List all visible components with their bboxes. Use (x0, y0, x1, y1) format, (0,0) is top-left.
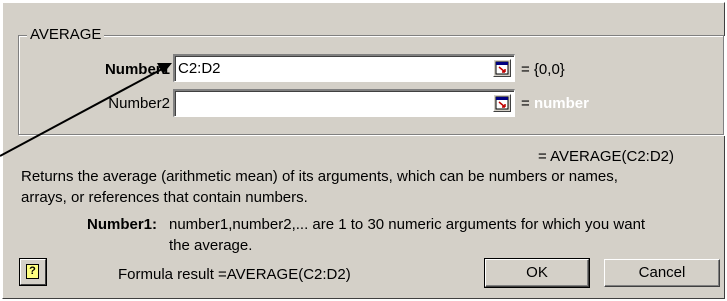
number2-result: = number (521, 94, 589, 114)
function-description-line2: arrays, or references that contain numbe… (21, 189, 308, 206)
function-arguments-dialog: AVERAGE Number1 C2:D2 = {0,0} Number2 = … (2, 2, 725, 299)
argument-help-text-line2: the average. (169, 237, 253, 254)
function-name-title: AVERAGE (27, 26, 105, 44)
number2-input[interactable] (173, 89, 515, 117)
number2-result-prefix: = (521, 95, 534, 112)
number1-label: Number1 (104, 61, 170, 78)
number2-collapse-button[interactable] (493, 94, 511, 112)
formula-preview: = AVERAGE(C2:D2) (538, 148, 675, 165)
collapse-dialog-icon (495, 61, 509, 75)
number1-input[interactable]: C2:D2 (173, 54, 515, 82)
function-description-line1: Returns the average (arithmetic mean) of… (21, 168, 618, 185)
number1-collapse-button[interactable] (493, 59, 511, 77)
argument-help-label: Number1: (87, 216, 158, 233)
formula-result: Formula result =AVERAGE(C2:D2) (118, 266, 351, 283)
ok-button[interactable]: OK (484, 258, 590, 288)
number1-value: C2:D2 (178, 60, 221, 77)
argument-help-text-line1: number1,number2,... are 1 to 30 numeric … (169, 216, 646, 233)
argument-groupbox (18, 35, 724, 135)
collapse-dialog-icon (495, 96, 509, 110)
number2-result-hint: number (533, 95, 589, 112)
help-icon: ? (26, 264, 39, 279)
cancel-button[interactable]: Cancel (604, 259, 720, 287)
help-button[interactable]: ? (19, 258, 47, 286)
number1-result: = {0,0} (521, 61, 565, 78)
number2-label: Number2 (108, 95, 170, 112)
